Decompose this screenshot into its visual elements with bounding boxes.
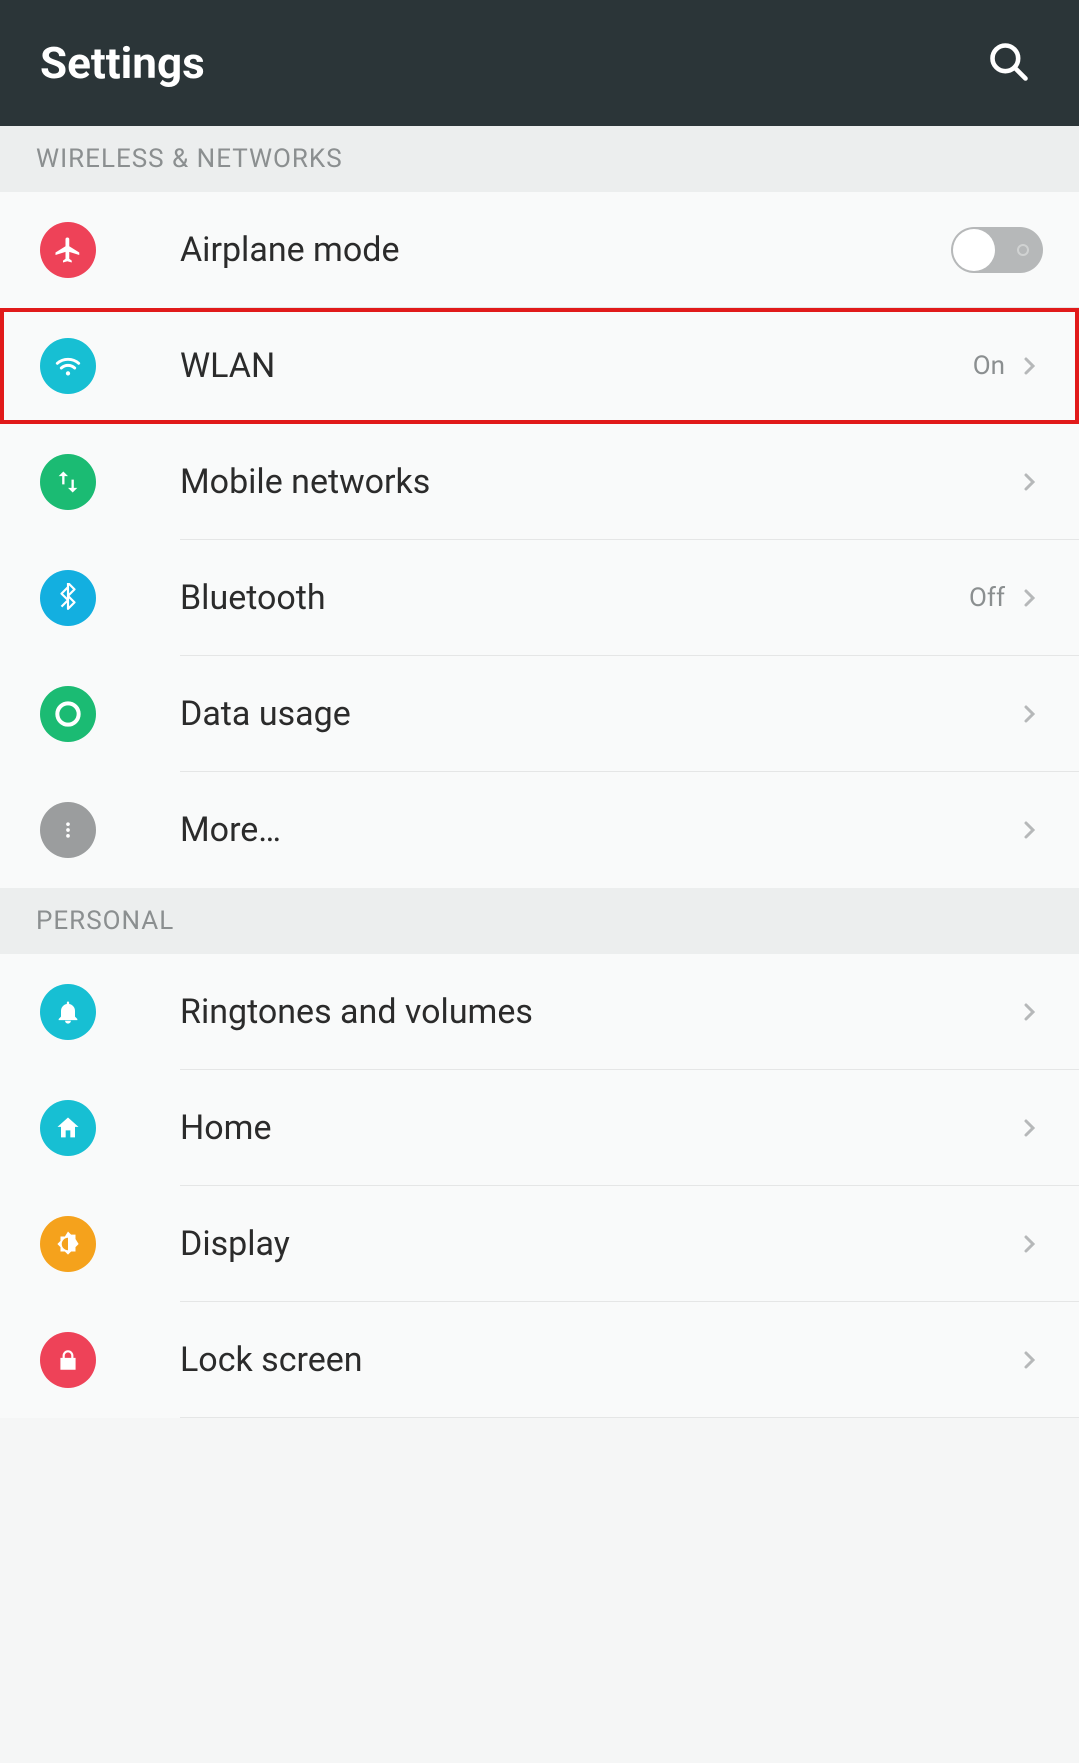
- chevron-right-icon: [1015, 816, 1043, 844]
- row-lock-screen[interactable]: Lock screen: [0, 1302, 1079, 1418]
- highlight-wlan: WLAN On: [0, 308, 1079, 424]
- row-mobile-networks[interactable]: Mobile networks: [0, 424, 1079, 540]
- row-ringtones[interactable]: Ringtones and volumes: [0, 954, 1079, 1070]
- row-display[interactable]: Display: [0, 1186, 1079, 1302]
- row-label: Airplane mode: [180, 230, 951, 270]
- chevron-right-icon: [1015, 352, 1043, 380]
- chevron-right-icon: [1015, 1346, 1043, 1374]
- row-wlan[interactable]: WLAN On: [0, 308, 1079, 424]
- section-header-personal: PERSONAL: [0, 888, 1079, 954]
- row-label: Display: [180, 1224, 1015, 1264]
- airplane-toggle[interactable]: [951, 227, 1043, 273]
- chevron-right-icon: [1015, 1114, 1043, 1142]
- bluetooth-status: Off: [969, 583, 1005, 613]
- row-bluetooth[interactable]: Bluetooth Off: [0, 540, 1079, 656]
- row-more[interactable]: More…: [0, 772, 1079, 888]
- section-header-wireless: WIRELESS & NETWORKS: [0, 126, 1079, 192]
- chevron-right-icon: [1015, 468, 1043, 496]
- row-airplane-mode[interactable]: Airplane mode: [0, 192, 1079, 308]
- chevron-right-icon: [1015, 1230, 1043, 1258]
- chevron-right-icon: [1015, 584, 1043, 612]
- switch-knob: [953, 229, 995, 271]
- row-label: Mobile networks: [180, 462, 1015, 502]
- more-icon: [40, 802, 96, 858]
- row-label: Lock screen: [180, 1340, 1015, 1380]
- row-home[interactable]: Home: [0, 1070, 1079, 1186]
- row-label: Bluetooth: [180, 578, 969, 618]
- app-header: Settings: [0, 0, 1079, 126]
- chevron-right-icon: [1015, 998, 1043, 1026]
- mobile-networks-icon: [40, 454, 96, 510]
- row-label: Home: [180, 1108, 1015, 1148]
- airplane-icon: [40, 222, 96, 278]
- wlan-status: On: [973, 351, 1005, 381]
- bluetooth-icon: [40, 570, 96, 626]
- wifi-icon: [40, 338, 96, 394]
- brightness-icon: [40, 1216, 96, 1272]
- switch-indicator: [1017, 244, 1029, 256]
- home-icon: [40, 1100, 96, 1156]
- row-label: Ringtones and volumes: [180, 992, 1015, 1032]
- row-label: More…: [180, 810, 1015, 850]
- search-button[interactable]: [979, 32, 1039, 95]
- data-usage-icon: [40, 686, 96, 742]
- page-title: Settings: [40, 37, 205, 89]
- bell-icon: [40, 984, 96, 1040]
- lock-icon: [40, 1332, 96, 1388]
- search-icon: [987, 72, 1031, 87]
- chevron-right-icon: [1015, 700, 1043, 728]
- row-label: WLAN: [180, 346, 973, 386]
- row-label: Data usage: [180, 694, 1015, 734]
- row-data-usage[interactable]: Data usage: [0, 656, 1079, 772]
